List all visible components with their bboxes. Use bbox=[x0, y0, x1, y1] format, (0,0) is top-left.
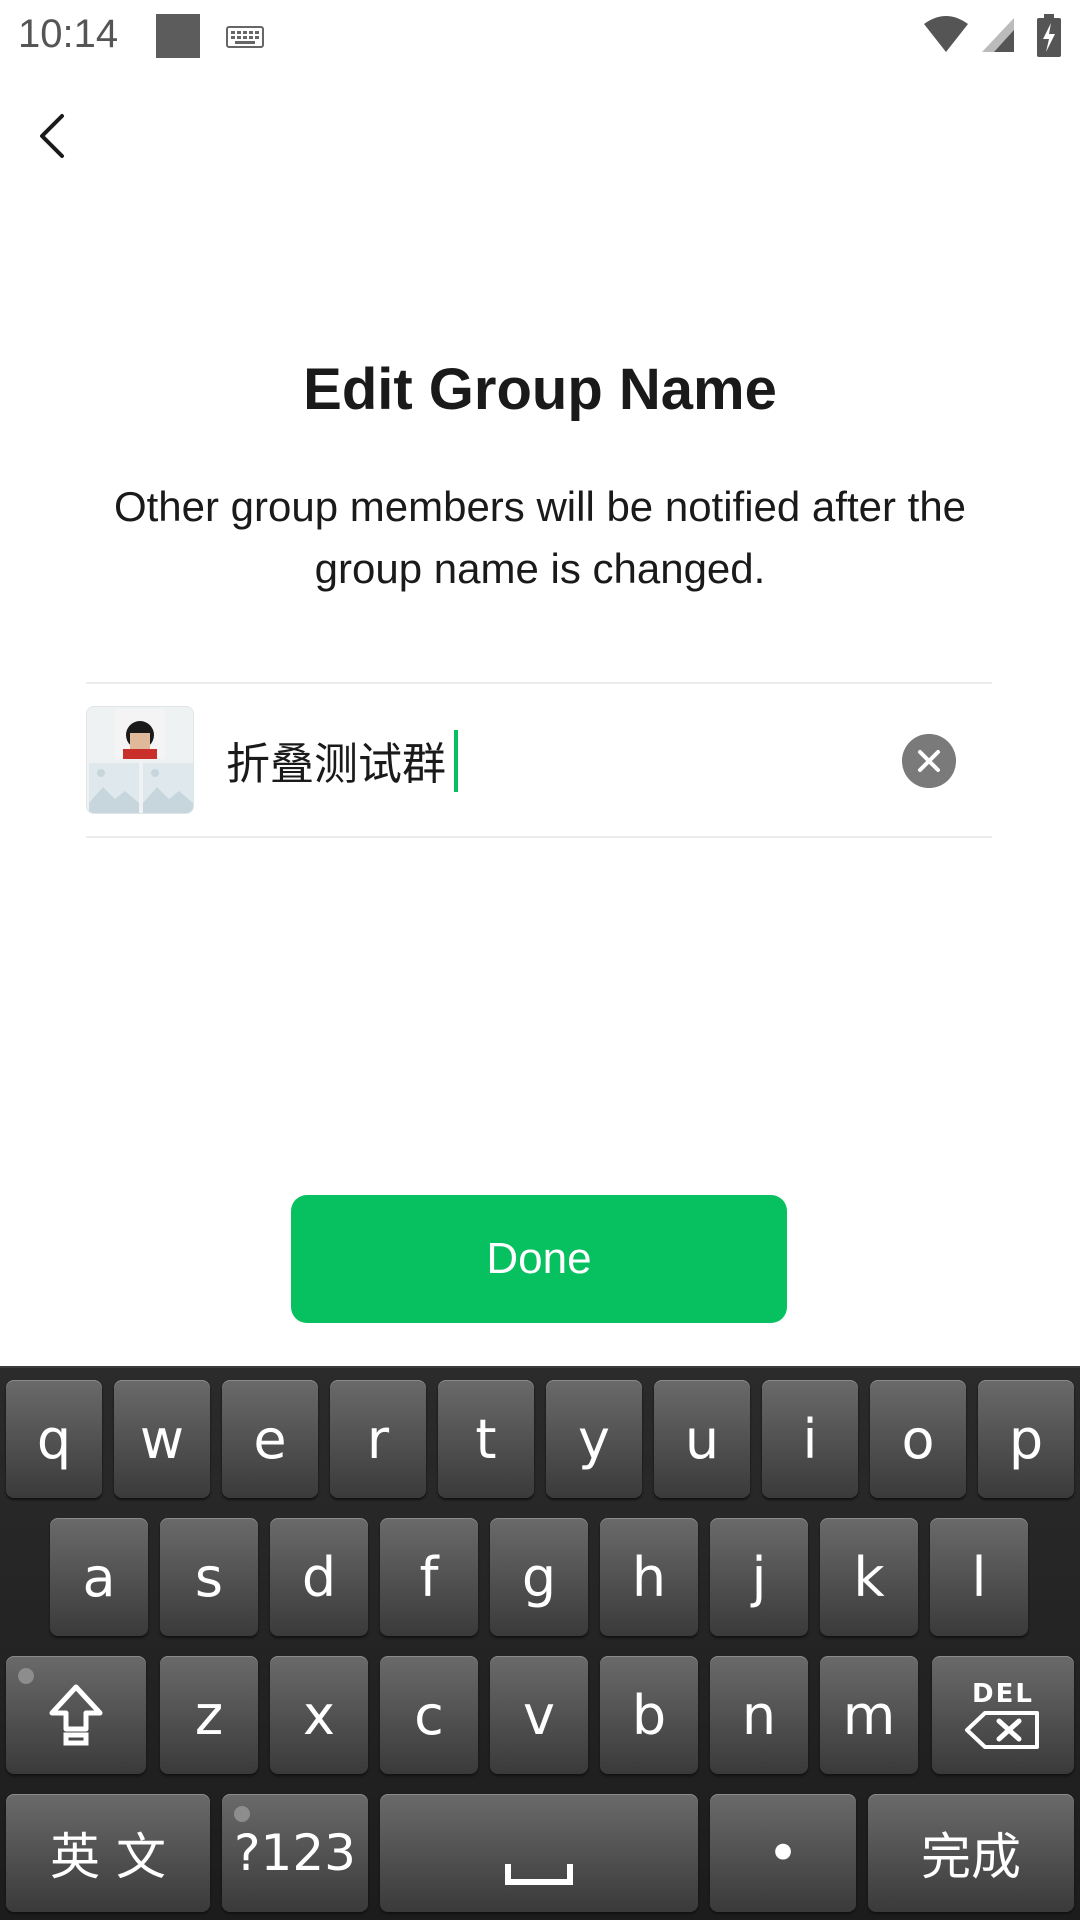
soft-keyboard: q w e r t y u i o p a s d f g h j k l z … bbox=[0, 1366, 1080, 1920]
key-z[interactable]: z bbox=[160, 1656, 258, 1774]
key-v[interactable]: v bbox=[490, 1656, 588, 1774]
delete-key[interactable]: DEL bbox=[932, 1656, 1074, 1774]
input-divider-bottom bbox=[86, 836, 992, 838]
clear-icon[interactable] bbox=[902, 734, 956, 788]
key-x[interactable]: x bbox=[270, 1656, 368, 1774]
key-r[interactable]: r bbox=[330, 1380, 426, 1498]
key-h[interactable]: h bbox=[600, 1518, 698, 1636]
key-w[interactable]: w bbox=[114, 1380, 210, 1498]
delete-key-label: DEL bbox=[972, 1679, 1034, 1709]
key-n[interactable]: n bbox=[710, 1656, 808, 1774]
key-f[interactable]: f bbox=[380, 1518, 478, 1636]
language-key[interactable]: 英 文 bbox=[6, 1794, 210, 1912]
key-o[interactable]: o bbox=[870, 1380, 966, 1498]
key-t[interactable]: t bbox=[438, 1380, 534, 1498]
key-y[interactable]: y bbox=[546, 1380, 642, 1498]
done-button[interactable]: Done bbox=[291, 1195, 787, 1323]
key-u[interactable]: u bbox=[654, 1380, 750, 1498]
group-avatar bbox=[86, 706, 194, 814]
text-cursor bbox=[454, 730, 458, 792]
key-indicator-dot bbox=[18, 1668, 34, 1684]
period-key[interactable]: • bbox=[710, 1794, 856, 1912]
screen: 10:14 Edit Group Name Other group member… bbox=[0, 0, 1080, 1920]
key-a[interactable]: a bbox=[50, 1518, 148, 1636]
signal-icon bbox=[982, 18, 1014, 52]
key-e[interactable]: e bbox=[222, 1380, 318, 1498]
back-button[interactable] bbox=[26, 102, 82, 170]
key-m[interactable]: m bbox=[820, 1656, 918, 1774]
key-d[interactable]: d bbox=[270, 1518, 368, 1636]
input-divider-top bbox=[86, 682, 992, 684]
shift-key[interactable] bbox=[6, 1656, 146, 1774]
avatar-image-icon bbox=[87, 707, 193, 813]
key-j[interactable]: j bbox=[710, 1518, 808, 1636]
group-name-input[interactable] bbox=[226, 724, 866, 796]
key-c[interactable]: c bbox=[380, 1656, 478, 1774]
wifi-icon bbox=[924, 16, 968, 52]
symbols-key[interactable]: ?123 bbox=[222, 1794, 368, 1912]
key-k[interactable]: k bbox=[820, 1518, 918, 1636]
space-key[interactable] bbox=[380, 1794, 698, 1912]
keyboard-icon bbox=[226, 26, 264, 48]
key-s[interactable]: s bbox=[160, 1518, 258, 1636]
key-indicator-dot bbox=[234, 1806, 250, 1822]
symbols-key-label: ?123 bbox=[234, 1824, 356, 1882]
page-subtitle: Other group members will be notified aft… bbox=[113, 483, 967, 592]
key-q[interactable]: q bbox=[6, 1380, 102, 1498]
battery-charging-icon bbox=[1037, 14, 1061, 57]
space-icon bbox=[505, 1864, 573, 1885]
enter-key[interactable]: 完成 bbox=[868, 1794, 1074, 1912]
key-i[interactable]: i bbox=[762, 1380, 858, 1498]
key-b[interactable]: b bbox=[600, 1656, 698, 1774]
status-time: 10:14 bbox=[18, 12, 119, 56]
key-p[interactable]: p bbox=[978, 1380, 1074, 1498]
page-title: Edit Group Name bbox=[303, 357, 777, 422]
shift-icon bbox=[49, 1684, 103, 1746]
key-g[interactable]: g bbox=[490, 1518, 588, 1636]
notification-icon bbox=[156, 14, 200, 58]
backspace-icon bbox=[965, 1711, 1039, 1749]
key-l[interactable]: l bbox=[930, 1518, 1028, 1636]
status-bar: 10:14 bbox=[0, 0, 1080, 76]
